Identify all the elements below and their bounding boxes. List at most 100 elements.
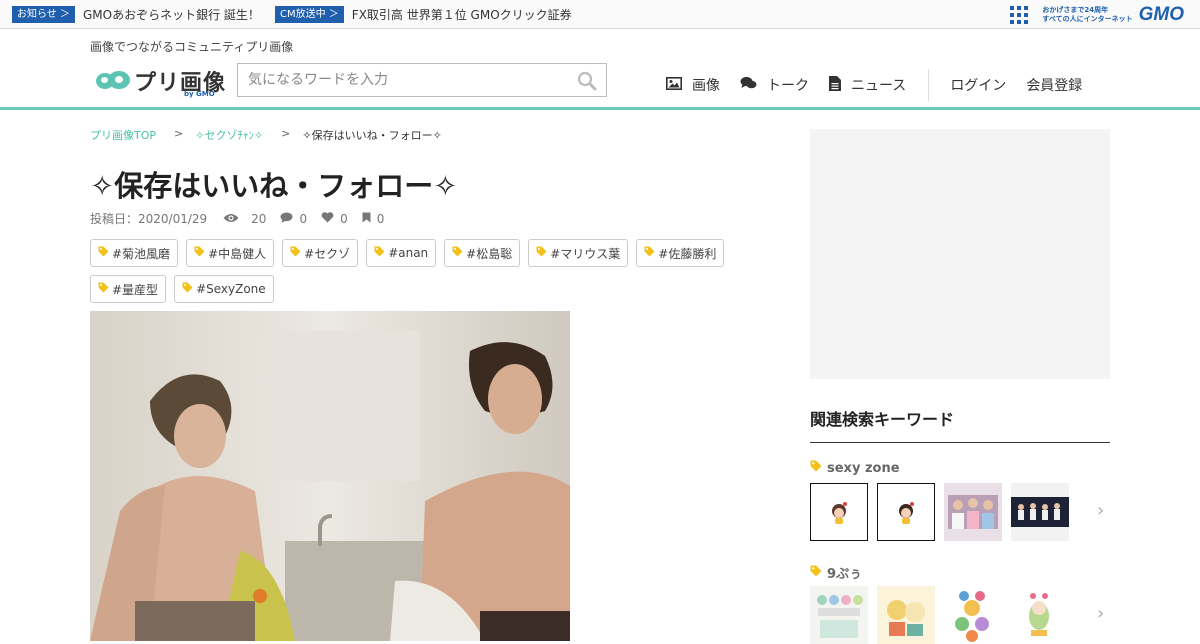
bookmarks-count: 0 — [376, 211, 385, 226]
search-icon[interactable] — [577, 71, 597, 95]
chevron-right-icon[interactable]: › — [1097, 500, 1104, 521]
bookmark-icon — [362, 212, 371, 226]
logo-by: by GMO — [184, 90, 215, 98]
news-text[interactable]: FX取引高 世界第１位 GMOクリック証券 — [352, 6, 572, 23]
thumbnail[interactable] — [810, 586, 868, 644]
nav-images-label: 画像 — [692, 78, 720, 94]
tag-icon — [644, 246, 655, 260]
search-box — [237, 63, 607, 97]
comments-stat: 0 — [280, 212, 307, 226]
login-link[interactable]: ログイン — [950, 75, 1006, 95]
nav-images[interactable]: 画像 — [666, 75, 720, 95]
tag-icon — [98, 282, 109, 296]
post-date: 投稿日：2020/01/29 — [90, 212, 208, 226]
nav-divider — [928, 69, 930, 101]
site-logo[interactable]: プリ画像 by GMO — [96, 65, 226, 98]
thumbnail[interactable] — [1011, 586, 1069, 644]
breadcrumb-home[interactable]: プリ画像TOP — [90, 127, 156, 143]
page-title: ✧保存はいいね・フォロー✧ — [90, 169, 458, 203]
tag-icon — [374, 246, 385, 260]
nav-talk-label: トーク — [767, 78, 809, 94]
tag-icon — [98, 246, 109, 260]
main-nav: 画像 トーク ニュース ログイン 会員登録 — [666, 69, 1102, 101]
comments-icon — [740, 76, 757, 94]
image-icon — [666, 76, 682, 94]
tag-chip[interactable]: #松島聡 — [444, 239, 521, 267]
tag-icon — [452, 246, 463, 260]
tag-chip[interactable]: #SexyZone — [174, 275, 274, 303]
tag-label: #菊池風磨 — [112, 246, 171, 261]
news-text[interactable]: GMOあおぞらネット銀行 誕生！ — [83, 6, 260, 23]
tag-icon — [290, 246, 301, 260]
nav-news[interactable]: ニュース — [829, 75, 906, 95]
thumbnail[interactable] — [877, 586, 935, 644]
tag-icon — [810, 460, 822, 476]
document-icon — [829, 75, 841, 95]
tag-icon — [810, 565, 822, 581]
post-meta: 投稿日：2020/01/29 20 0 0 0 — [90, 210, 384, 227]
tag-chip[interactable]: #anan — [366, 239, 437, 267]
tag-chip[interactable]: #セクゾ — [282, 239, 359, 267]
thumbnail[interactable] — [944, 586, 1002, 644]
tag-chip[interactable]: #菊池風磨 — [90, 239, 179, 267]
comments-count: 0 — [299, 211, 308, 226]
nav-talk[interactable]: トーク — [740, 75, 809, 95]
gmo-news-2[interactable]: CM放送中 ＞ FX取引高 世界第１位 GMOクリック証券 — [275, 6, 572, 23]
gmo-top-bar: お知らせ ＞ GMOあおぞらネット銀行 誕生！ CM放送中 ＞ FX取引高 世界… — [0, 0, 1200, 29]
eye-icon — [223, 212, 239, 226]
thumbnail[interactable] — [877, 483, 935, 541]
keyword-thumbnails — [810, 483, 1069, 541]
breadcrumb-separator: > — [174, 127, 184, 140]
gmo-brand[interactable]: おかげさまで24周年 すべての人にインターネット GMO — [1010, 4, 1184, 26]
breadcrumb-category[interactable]: ✧セクゾﾁｬﾝ✧ — [195, 127, 263, 143]
tag-icon — [182, 282, 193, 296]
keyword-label: sexy zone — [827, 460, 900, 476]
grid-icon[interactable] — [1010, 6, 1029, 24]
gmo-tagline: おかげさまで24周年 すべての人にインターネット — [1042, 6, 1133, 23]
tag-label: #佐藤勝利 — [658, 246, 717, 261]
heart-icon — [321, 211, 334, 226]
ad-placeholder — [810, 129, 1110, 379]
keyword-thumbnails — [810, 586, 1069, 644]
post-image[interactable] — [90, 311, 570, 641]
views-count: 20 — [251, 211, 267, 226]
nav-news-label: ニュース — [851, 78, 907, 94]
likes-stat: 0 — [321, 212, 348, 226]
tag-chip[interactable]: #佐藤勝利 — [636, 239, 725, 267]
thumbnail[interactable] — [1011, 483, 1069, 541]
thumbnail[interactable] — [944, 483, 1002, 541]
bookmarks-stat: 0 — [362, 211, 385, 226]
tag-chip[interactable]: #量産型 — [90, 275, 167, 303]
gmo-news-1[interactable]: お知らせ ＞ GMOあおぞらネット銀行 誕生！ — [12, 6, 260, 23]
tag-label: #松島聡 — [466, 246, 513, 261]
breadcrumb-separator: > — [281, 127, 291, 140]
keyword-label: 9ぷぅ — [827, 567, 863, 582]
news-tag: CM放送中 ＞ — [275, 6, 344, 23]
tag-label: #SexyZone — [196, 282, 266, 296]
tag-label: #量産型 — [112, 282, 159, 297]
tag-label: #anan — [388, 246, 429, 260]
comment-icon — [280, 212, 293, 226]
news-tag: お知らせ ＞ — [12, 6, 75, 23]
breadcrumb: プリ画像TOP > ✧セクゾﾁｬﾝ✧ > ✧保存はいいね・フォロー✧ — [90, 127, 442, 143]
thumbnail[interactable] — [810, 483, 868, 541]
likes-count: 0 — [340, 211, 348, 226]
related-keywords-title: 関連検索キーワード — [810, 406, 1110, 443]
chevron-right-icon[interactable]: › — [1097, 603, 1104, 624]
views-stat: 20 — [223, 212, 266, 226]
logo-mark-icon — [96, 71, 130, 91]
tag-icon — [194, 246, 205, 260]
site-tagline: 画像でつながるコミュニティプリ画像 — [90, 40, 294, 54]
register-link[interactable]: 会員登録 — [1026, 75, 1082, 95]
keyword-link[interactable]: sexy zone — [810, 460, 900, 476]
tag-label: #マリウス葉 — [550, 246, 621, 261]
tag-list: #菊池風磨 #中島健人 #セクゾ #anan #松島聡 #マリウス葉 #佐藤勝利… — [90, 239, 730, 303]
tag-chip[interactable]: #マリウス葉 — [528, 239, 629, 267]
site-header: 画像でつながるコミュニティプリ画像 プリ画像 by GMO 画像 トーク — [0, 29, 1200, 110]
keyword-link[interactable]: 9ぷぅ — [810, 563, 862, 582]
tag-label: #セクゾ — [304, 246, 351, 261]
search-input[interactable] — [238, 64, 558, 96]
gmo-logo[interactable]: GMO — [1139, 4, 1184, 26]
tag-chip[interactable]: #中島健人 — [186, 239, 275, 267]
tag-icon — [536, 246, 547, 260]
